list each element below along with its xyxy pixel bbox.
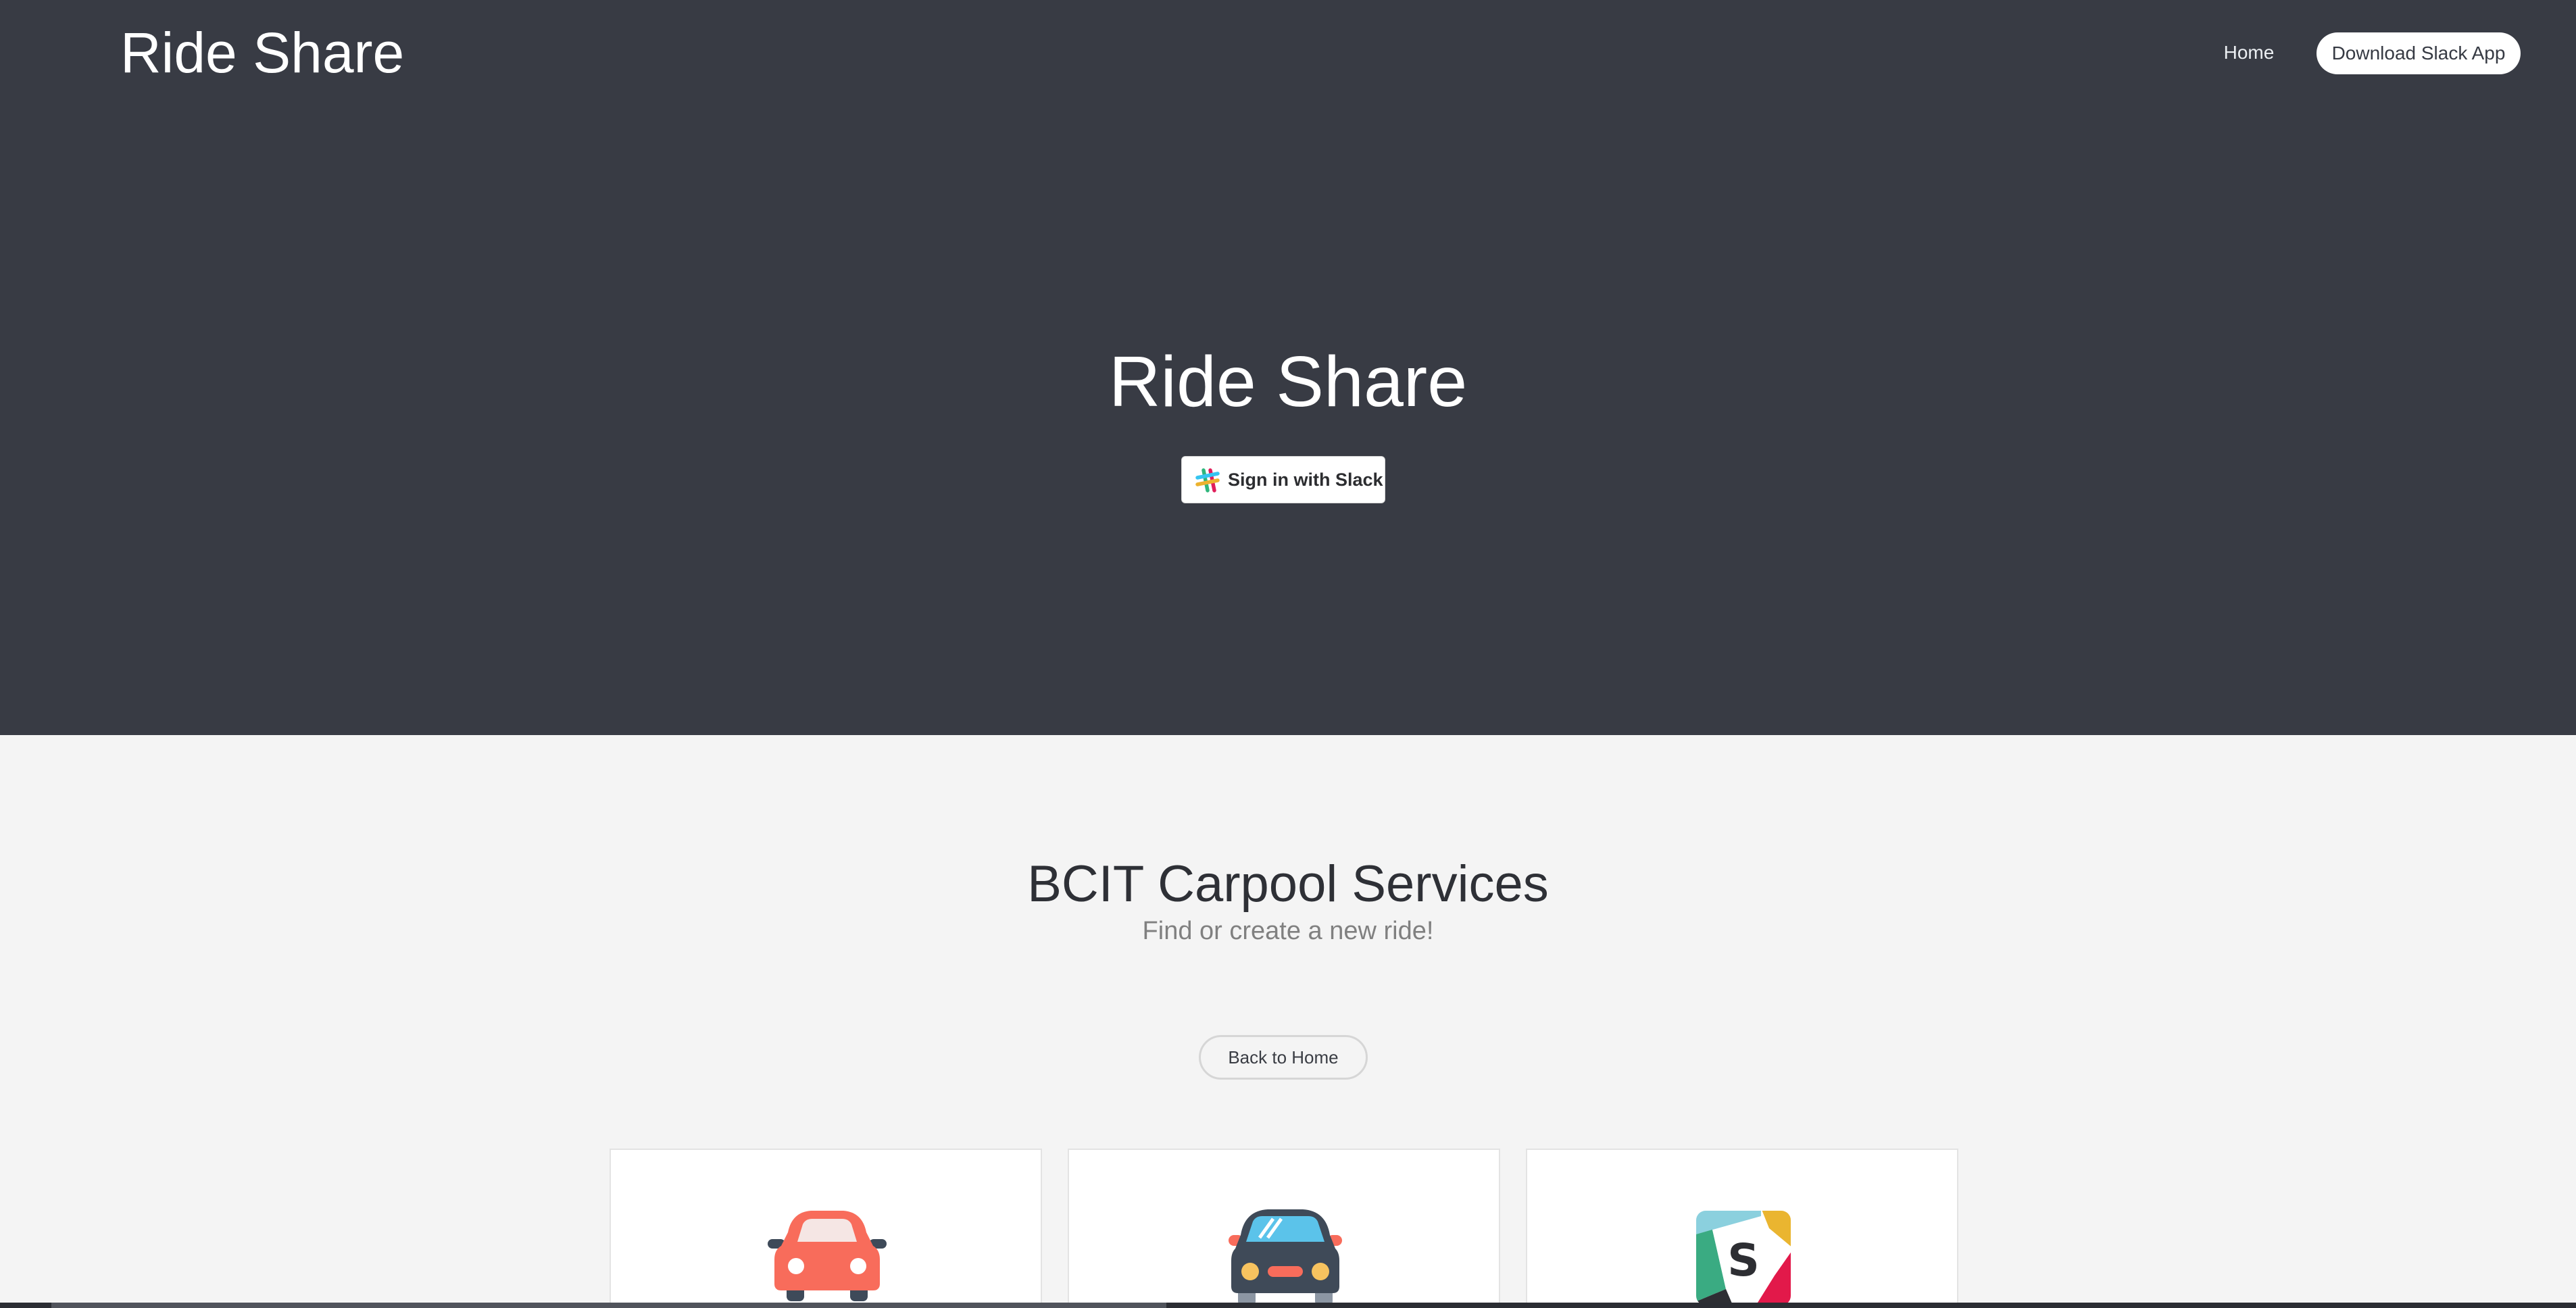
- sign-in-with-slack-label: Sign in with Slack: [1228, 470, 1383, 490]
- dark-car-front-icon: [1229, 1209, 1342, 1305]
- slack-logo-icon: [1195, 468, 1220, 493]
- section-title: BCIT Carpool Services: [1027, 855, 1549, 913]
- back-to-home-button[interactable]: Back to Home: [1199, 1035, 1368, 1080]
- download-slack-app-button[interactable]: Download Slack App: [2317, 32, 2521, 74]
- hero-section: Ride Share Home Download Slack App Ride …: [0, 0, 2576, 735]
- red-car-icon: [768, 1211, 887, 1301]
- sign-in-with-slack-button[interactable]: Sign in with Slack: [1181, 456, 1385, 503]
- hero-title: Ride Share: [1108, 342, 1468, 422]
- card-slack[interactable]: S: [1526, 1149, 1958, 1308]
- section-subtitle: Find or create a new ride!: [1142, 917, 1434, 945]
- brand-logo-text[interactable]: Ride Share: [120, 19, 404, 86]
- svg-text:S: S: [1727, 1234, 1760, 1286]
- taskbar-strip: [0, 1303, 2576, 1308]
- card-find-ride[interactable]: [610, 1149, 1042, 1308]
- card-create-ride[interactable]: [1068, 1149, 1500, 1308]
- slack-app-icon: S: [1696, 1211, 1791, 1305]
- nav-home-link[interactable]: Home: [2210, 39, 2288, 66]
